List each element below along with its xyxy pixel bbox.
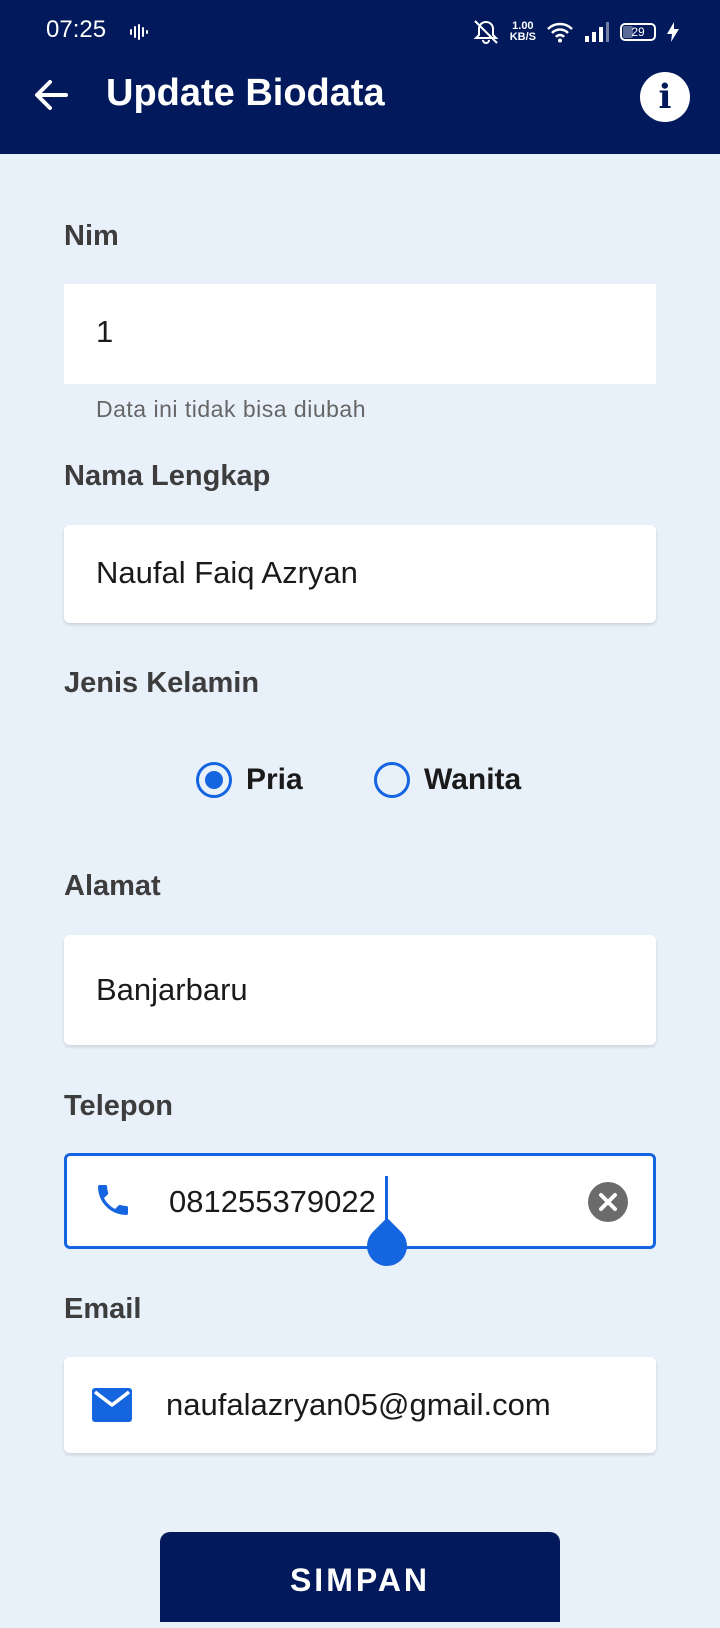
radio-option-pria[interactable]: Pria: [196, 758, 303, 802]
signal-icon: [585, 22, 609, 42]
nim-label: Nim: [64, 220, 119, 252]
alamat-field[interactable]: Banjarbaru: [64, 935, 656, 1045]
nim-field: 1: [64, 284, 656, 384]
status-icons: 1.00 KB/S 29: [472, 16, 680, 48]
nim-value: 1: [96, 314, 114, 349]
radio-label-pria: Pria: [246, 763, 303, 796]
radio-button-unchecked[interactable]: [374, 762, 410, 798]
nim-helper-text: Data ini tidak bisa diubah: [96, 396, 366, 422]
nama-label: Nama Lengkap: [64, 460, 271, 492]
email-field[interactable]: naufalazryan05@gmail.com: [64, 1357, 656, 1453]
telepon-field[interactable]: 081255379022: [64, 1153, 656, 1249]
save-button[interactable]: SIMPAN: [160, 1532, 560, 1622]
radio-option-wanita[interactable]: Wanita: [374, 758, 521, 802]
page-title: Update Biodata: [106, 72, 385, 114]
status-time: 07:25: [46, 16, 107, 43]
clear-icon[interactable]: [588, 1182, 628, 1222]
wifi-icon: [547, 22, 573, 43]
alamat-value: Banjarbaru: [96, 972, 248, 1007]
radio-button-checked[interactable]: [196, 762, 232, 798]
network-speed-unit: KB/S: [509, 31, 536, 43]
alamat-label: Alamat: [64, 870, 161, 902]
charging-icon: [667, 22, 679, 42]
email-value: naufalazryan05@gmail.com: [166, 1387, 551, 1422]
email-label: Email: [64, 1293, 142, 1325]
app-bar: 07:25 1.00 KB/S 29 Update Biodata i: [0, 0, 720, 154]
radio-label-wanita: Wanita: [424, 763, 522, 796]
voice-wave-icon: [130, 24, 148, 40]
telepon-label: Telepon: [64, 1090, 174, 1122]
mute-bell-icon: [473, 20, 499, 44]
phone-icon: [98, 1185, 128, 1215]
text-cursor: [385, 1176, 388, 1220]
battery-level: 29: [631, 25, 645, 39]
back-arrow-icon[interactable]: [32, 76, 70, 114]
telepon-value: 081255379022: [169, 1184, 376, 1219]
status-bar: 07:25 1.00 KB/S 29: [0, 0, 720, 64]
nama-field[interactable]: Naufal Faiq Azryan: [64, 525, 656, 623]
battery-icon: 29: [620, 23, 656, 41]
mail-icon: [92, 1388, 132, 1422]
info-icon[interactable]: i: [640, 72, 690, 122]
nama-value: Naufal Faiq Azryan: [96, 555, 358, 590]
gender-label: Jenis Kelamin: [64, 667, 260, 699]
network-speed: 1.00 KB/S: [510, 21, 536, 43]
